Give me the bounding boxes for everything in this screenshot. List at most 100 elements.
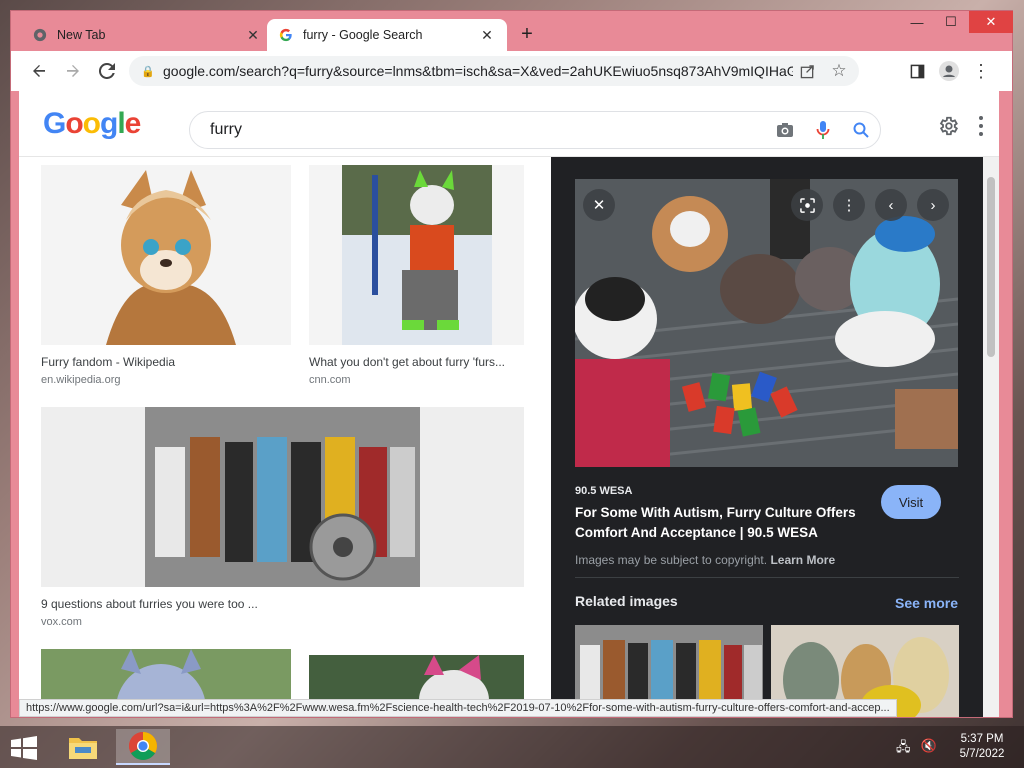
browser-toolbar: 🔒 google.com/search?q=furry&source=lnms&… — [11, 51, 1012, 91]
taskbar-file-explorer[interactable] — [56, 729, 110, 765]
result-source: vox.com — [41, 616, 82, 628]
forward-button[interactable] — [59, 57, 87, 85]
related-images-heading: Related images — [575, 593, 678, 609]
clock-time: 5:37 PM — [960, 733, 1004, 745]
logo-letter: o — [82, 107, 101, 140]
image-result[interactable]: What you don't get about furry 'furs... … — [309, 165, 524, 386]
close-tab-icon[interactable]: ✕ — [479, 27, 495, 44]
back-button[interactable] — [25, 57, 53, 85]
scrollbar-thumb[interactable] — [987, 177, 995, 357]
result-source: en.wikipedia.org — [41, 374, 121, 386]
see-more-link[interactable]: See more — [895, 595, 958, 611]
preview-title[interactable]: For Some With Autism, Furry Culture Offe… — [575, 503, 875, 543]
result-thumbnail[interactable] — [41, 407, 524, 587]
share-icon — [800, 64, 814, 78]
tab-google-search[interactable]: furry - Google Search ✕ — [267, 19, 507, 51]
close-tab-icon[interactable]: ✕ — [245, 27, 261, 44]
result-thumbnail[interactable] — [41, 165, 291, 345]
star-icon: ☆ — [831, 61, 847, 80]
minimize-button[interactable]: — — [901, 11, 933, 33]
image-results-grid: Furry fandom - Wikipedia en.wikipedia.or… — [19, 157, 551, 717]
lock-icon: 🔒 — [141, 65, 155, 78]
panel-divider — [575, 577, 959, 578]
image-result[interactable]: Furry fandom - Wikipedia en.wikipedia.or… — [41, 165, 291, 386]
start-button[interactable] — [10, 736, 38, 760]
google-header: Google furry — [19, 91, 999, 157]
new-tab-button[interactable]: + — [517, 24, 537, 45]
tab-title: New Tab — [57, 28, 106, 42]
profile-button[interactable] — [935, 57, 963, 85]
result-title[interactable]: Furry fandom - Wikipedia — [41, 355, 291, 369]
bookmark-button[interactable]: ☆ — [825, 57, 853, 85]
result-thumbnail[interactable] — [309, 165, 524, 345]
page-scrollbar[interactable] — [983, 157, 999, 717]
result-title[interactable]: What you don't get about furry 'furs... — [309, 355, 524, 369]
chrome-icon — [129, 732, 157, 760]
microphone-icon — [816, 121, 830, 139]
windows-logo-icon — [11, 736, 37, 760]
preview-source: 90.5 WESA — [575, 485, 633, 497]
settings-button[interactable] — [937, 115, 959, 142]
network-icon[interactable]: 🖧 — [896, 738, 911, 760]
search-icon — [853, 122, 869, 138]
next-image-button[interactable]: › — [917, 189, 949, 221]
clock-date: 5/7/2022 — [959, 748, 1005, 760]
chrome-icon — [33, 28, 47, 42]
reload-icon — [99, 63, 115, 79]
voice-search-button[interactable] — [804, 120, 842, 140]
taskbar-clock[interactable]: 5:37 PM 5/7/2022 — [950, 732, 1014, 762]
search-button[interactable] — [842, 122, 880, 138]
google-icon — [279, 28, 292, 42]
preview-image[interactable]: ✕ ⋮ ‹ › — [575, 179, 958, 467]
apps-button[interactable] — [977, 115, 985, 142]
forward-arrow-icon — [67, 65, 79, 77]
status-bar-url: https://www.google.com/url?sa=i&url=http… — [19, 699, 897, 717]
furries-playing-cards-image — [575, 179, 958, 467]
close-window-button[interactable]: ✕ — [969, 11, 1013, 33]
previous-image-button[interactable]: ‹ — [875, 189, 907, 221]
folder-icon — [69, 738, 97, 759]
logo-letter: e — [124, 107, 142, 140]
learn-more-link[interactable]: Learn More — [770, 553, 835, 567]
system-tray: 🖧 🔇 — [896, 738, 937, 760]
visit-button[interactable]: Visit — [881, 485, 941, 519]
volume-muted-icon[interactable]: 🔇 — [921, 738, 937, 760]
fox-character-image — [106, 170, 236, 345]
image-preview-panel: ✕ ⋮ ‹ › 90.5 WESA For Some With Autism, … — [551, 157, 983, 717]
maximize-button[interactable]: ☐ — [935, 11, 967, 33]
lens-icon — [799, 197, 815, 213]
copyright-text: Images may be subject to copyright. — [575, 553, 768, 567]
search-input[interactable]: furry — [189, 111, 881, 149]
side-panel-button[interactable] — [903, 57, 931, 85]
camera-search-button[interactable] — [766, 122, 804, 138]
apps-grid-icon — [979, 116, 983, 136]
image-result[interactable]: 9 questions about furries you were too .… — [41, 407, 524, 628]
google-logo[interactable]: Google — [43, 107, 142, 141]
logo-letter: G — [43, 107, 66, 140]
result-title[interactable]: 9 questions about furries you were too .… — [41, 597, 524, 611]
share-button[interactable] — [793, 57, 821, 85]
fursuit-snow-image — [341, 165, 492, 345]
browser-window: New Tab ✕ furry - Google Search ✕ + — ☐ … — [10, 10, 1013, 718]
page-viewport: Google furry Furry fandom - Wikipedia en… — [19, 91, 999, 717]
address-bar[interactable]: 🔒 google.com/search?q=furry&source=lnms&… — [129, 56, 859, 86]
gear-icon — [939, 116, 958, 136]
menu-button[interactable]: ⋮ — [967, 57, 995, 85]
back-arrow-icon — [33, 65, 45, 77]
camera-icon — [777, 123, 793, 137]
close-preview-button[interactable]: ✕ — [583, 189, 615, 221]
logo-letter: l — [117, 107, 125, 140]
tab-strip: New Tab ✕ furry - Google Search ✕ + — ☐ … — [11, 11, 1013, 51]
lens-search-button[interactable] — [791, 189, 823, 221]
kebab-menu-icon: ⋮ — [972, 60, 990, 81]
taskbar-chrome[interactable] — [116, 729, 170, 765]
more-options-button[interactable]: ⋮ — [833, 189, 865, 221]
taskbar: 🖧 🔇 5:37 PM 5/7/2022 — [0, 726, 1024, 768]
tab-title: furry - Google Search — [303, 28, 423, 42]
logo-letter: o — [65, 107, 83, 140]
side-panel-icon — [910, 64, 924, 78]
reload-button[interactable] — [93, 57, 121, 85]
tab-new-tab[interactable]: New Tab ✕ — [21, 19, 273, 51]
address-bar-url: google.com/search?q=furry&source=lnms&tb… — [163, 63, 793, 79]
search-query: furry — [210, 121, 242, 138]
